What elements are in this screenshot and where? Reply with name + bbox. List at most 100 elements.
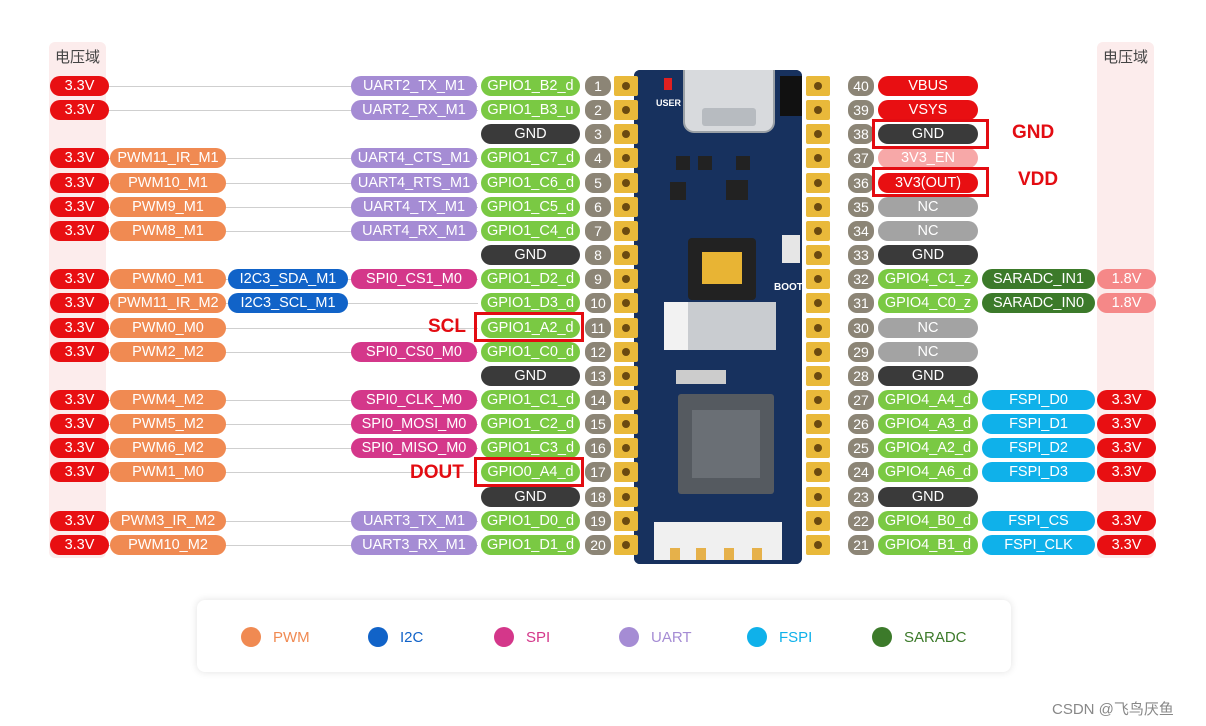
pin-number-24: 24 (848, 462, 874, 482)
legend-dot (872, 627, 892, 647)
gpio-pill: GPIO1_C1_d (481, 390, 580, 410)
gpio-pill: GPIO1_B3_u (481, 100, 580, 120)
header-pin-23 (806, 487, 830, 507)
pin-number-40: 40 (848, 76, 874, 96)
legend-label: FSPI (779, 628, 813, 646)
uart-pill: UART3_TX_M1 (351, 511, 477, 531)
header-pin-22 (806, 511, 830, 531)
right-gpio-pill: GPIO4_A2_d (878, 438, 978, 458)
left-voltage-pill: 3.3V (50, 438, 109, 458)
pwm-pill: PWM0_M1 (110, 269, 226, 289)
legend-dot (494, 627, 514, 647)
right-gpio-pill: GPIO4_A3_d (878, 414, 978, 434)
dout-annotation: DOUT (410, 462, 464, 483)
gnd-highlight-box (872, 119, 989, 149)
legend-item: FSPI (747, 626, 812, 648)
pwm-pill: PWM2_M2 (110, 342, 226, 362)
left-voltage-pill: 3.3V (50, 414, 109, 434)
uart-pill: UART3_RX_M1 (351, 535, 477, 555)
header-pin-1 (614, 76, 638, 96)
pin-number-39: 39 (848, 100, 874, 120)
spi-pill: SPI0_CLK_M0 (351, 390, 477, 410)
i2c-pill: I2C3_SDA_M1 (228, 269, 348, 289)
spi-pill: SPI0_MISO_M0 (351, 438, 477, 458)
right-gpio-pill: GPIO4_C1_z (878, 269, 978, 289)
header-pin-26 (806, 414, 830, 434)
left-voltage-pill: 3.3V (50, 221, 109, 241)
right-gpio-pill: GPIO4_A4_d (878, 390, 978, 410)
right-nc-pill: NC (878, 221, 978, 241)
right-gpio-pill: GPIO4_C0_z (878, 293, 978, 313)
left-voltage-pill: 3.3V (50, 462, 109, 482)
gpio-pill: GPIO1_D0_d (481, 511, 580, 531)
pwm-pill: PWM5_M2 (110, 414, 226, 434)
uart-pill: UART4_CTS_M1 (351, 148, 477, 168)
right-gnd-pill: GND (878, 366, 978, 386)
pin-number-26: 26 (848, 414, 874, 434)
header-pin-14 (614, 390, 638, 410)
spi-pill: SPI0_CS0_M0 (351, 342, 477, 362)
header-pin-36 (806, 173, 830, 193)
pin-number-30: 30 (848, 318, 874, 338)
pin-number-9: 9 (585, 269, 611, 289)
pinout-diagram: 电压域 电压域 3.3V UART2_TX_M1 GPIO1_B2_d 1 3.3V UA… (0, 0, 1206, 726)
spi-pill: SPI0_CS1_M0 (351, 269, 477, 289)
header-pin-16 (614, 438, 638, 458)
pin-number-32: 32 (848, 269, 874, 289)
legend-item: PWM (241, 626, 310, 648)
pwm-pill: PWM10_M1 (110, 173, 226, 193)
vdd-highlight-box (872, 167, 989, 197)
pin-number-22: 22 (848, 511, 874, 531)
right-voltage-pill: 3.3V (1097, 462, 1156, 482)
right-voltage-pill: 1.8V (1097, 293, 1156, 313)
left-voltage-pill: 3.3V (50, 293, 109, 313)
pwm-pill: PWM8_M1 (110, 221, 226, 241)
pin-number-15: 15 (585, 414, 611, 434)
saradc-pill: SARADC_IN0 (982, 293, 1095, 313)
vdd-annotation: VDD (1018, 169, 1059, 190)
pin-number-28: 28 (848, 366, 874, 386)
gpio-pill: GPIO1_D3_d (481, 293, 580, 313)
legend-dot (241, 627, 261, 647)
left-voltage-pill: 3.3V (50, 318, 109, 338)
scl-highlight-box (474, 312, 584, 342)
uart-pill: UART4_RX_M1 (351, 221, 477, 241)
right-gpio-pill: GPIO4_B0_d (878, 511, 978, 531)
pin-number-13: 13 (585, 366, 611, 386)
header-pin-20 (614, 535, 638, 555)
header-pin-15 (614, 414, 638, 434)
gpio-pill: GPIO1_C4_d (481, 221, 580, 241)
pwm-pill: PWM10_M2 (110, 535, 226, 555)
pwm-pill: PWM1_M0 (110, 462, 226, 482)
pwm-pill: PWM3_IR_M2 (110, 511, 226, 531)
header-pin-5 (614, 173, 638, 193)
right-voltage-header: 电压域 (1103, 49, 1149, 66)
pin-number-6: 6 (585, 197, 611, 217)
fspi-pill: FSPI_D1 (982, 414, 1095, 434)
legend-label: SARADC (904, 628, 967, 646)
header-pin-37 (806, 148, 830, 168)
header-pin-17 (614, 462, 638, 482)
header-pin-38 (806, 124, 830, 144)
scl-annotation: SCL (428, 316, 466, 337)
pin-number-36: 36 (848, 173, 874, 193)
pin-number-33: 33 (848, 245, 874, 265)
pin-number-5: 5 (585, 173, 611, 193)
pwm-pill: PWM9_M1 (110, 197, 226, 217)
left-voltage-pill: 3.3V (50, 148, 109, 168)
header-pin-4 (614, 148, 638, 168)
gpio-pill: GPIO1_C0_d (481, 342, 580, 362)
pin-number-1: 1 (585, 76, 611, 96)
pin-number-4: 4 (585, 148, 611, 168)
pin-number-25: 25 (848, 438, 874, 458)
legend-dot (747, 627, 767, 647)
header-pin-11 (614, 318, 638, 338)
right-voltage-pill: 3.3V (1097, 390, 1156, 410)
header-pin-29 (806, 342, 830, 362)
left-voltage-header: 电压域 (55, 49, 101, 66)
header-pin-33 (806, 245, 830, 265)
legend-item: I2C (368, 626, 423, 648)
legend-label: UART (651, 628, 692, 646)
right-voltage-pill: 3.3V (1097, 511, 1156, 531)
header-pin-12 (614, 342, 638, 362)
